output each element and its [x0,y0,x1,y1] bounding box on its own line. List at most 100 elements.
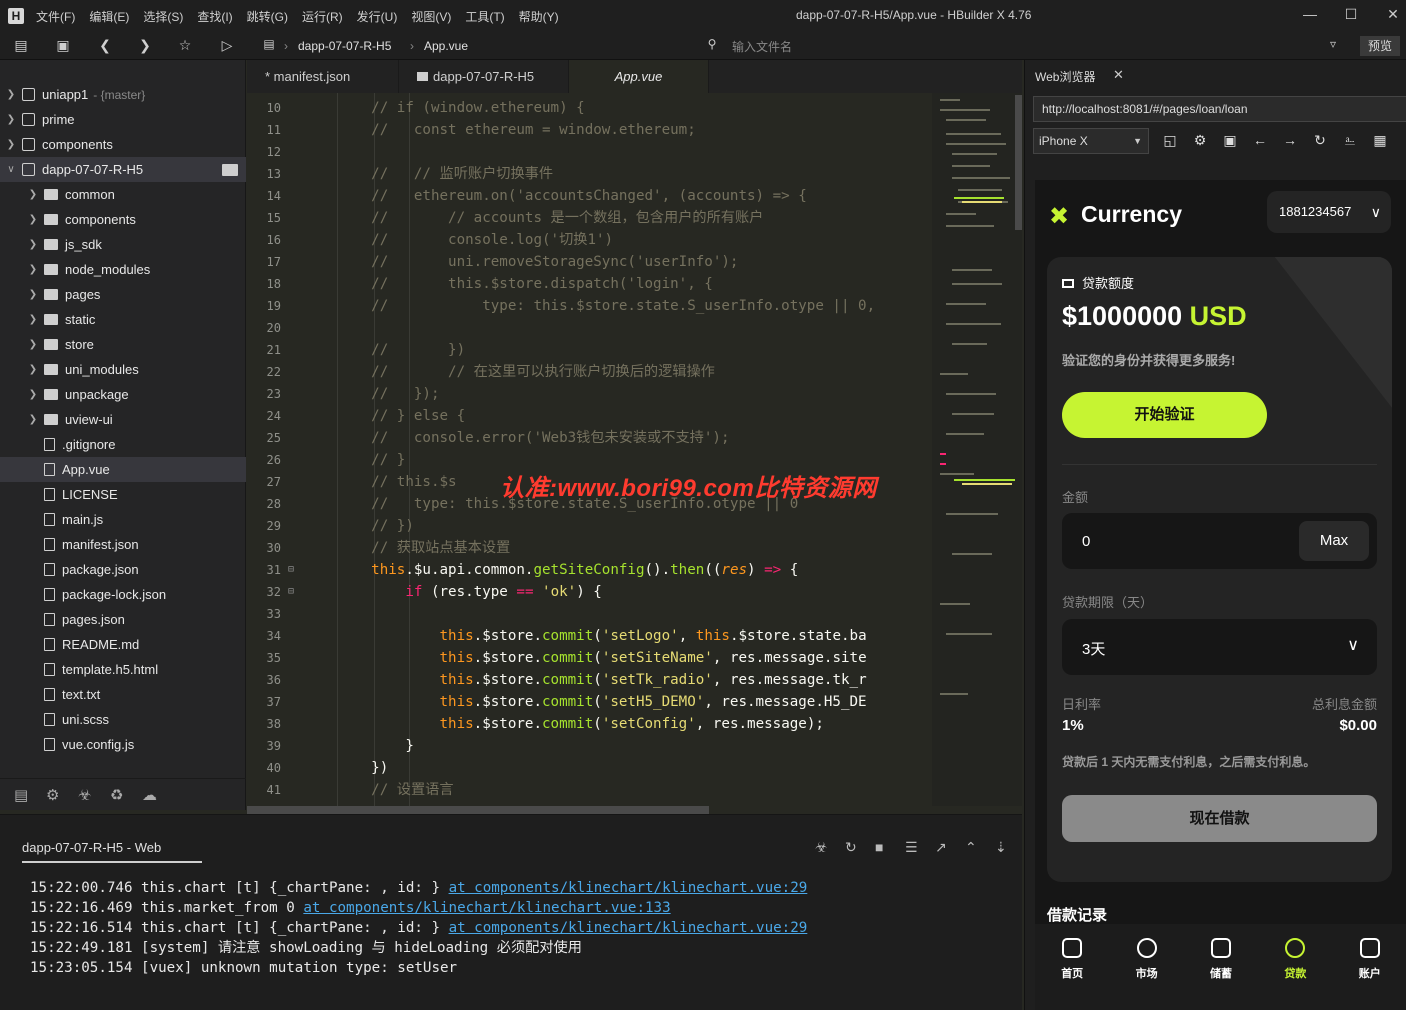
tree-project-uniapp1[interactable]: ❯ uniapp1 - {master} [0,82,246,107]
log-source-link[interactable]: at components/klinechart/klinechart.vue:… [449,920,808,936]
code-line[interactable]: 39 } [247,735,932,757]
menu-file[interactable]: 文件(F) [36,8,75,25]
star-icon[interactable]: ☆ [176,37,194,54]
console-icon[interactable]: ▣ [1221,132,1239,149]
tree-file--gitignore[interactable]: .gitignore [0,432,246,457]
filter-log-icon[interactable]: ☰ [905,839,918,856]
tree-folder-unpackage[interactable]: ❯ unpackage [0,382,246,407]
file-search-input[interactable]: 输入文件名 [732,38,792,55]
forward-icon[interactable]: ❯ [136,37,154,54]
tree-folder-uni-modules[interactable]: ❯ uni_modules [0,357,246,382]
nav-account[interactable]: 账户 [1333,924,1406,1010]
nav-savings[interactable]: 储蓄 [1184,924,1258,1010]
tree-folder-js-sdk[interactable]: ❯ js_sdk [0,232,246,257]
tab-app-vue[interactable]: App.vue [569,60,709,93]
tree-folder-pages[interactable]: ❯ pages [0,282,246,307]
log-source-link[interactable]: at components/klinechart/klinechart.vue:… [449,880,808,896]
grid-icon[interactable]: ▦ [1371,132,1389,149]
tree-file-package-json[interactable]: package.json [0,557,246,582]
tree-file-package-lock-json[interactable]: package-lock.json [0,582,246,607]
max-button[interactable]: Max [1299,521,1369,561]
tree-folder-store[interactable]: ❯ store [0,332,246,357]
tree-file-vue-config-js[interactable]: vue.config.js [0,732,246,757]
code-line[interactable]: 35 this.$store.commit('setSiteName', res… [247,647,932,669]
menu-run[interactable]: 运行(R) [302,8,343,25]
browser-tab[interactable]: Web浏览器 [1035,68,1095,85]
tree-project-components[interactable]: ❯ components [0,132,246,157]
code-line[interactable]: 11 // const ethereum = window.ethereum; [247,119,932,141]
code-line[interactable]: 14 // ethereum.on('accountsChanged', (ac… [247,185,932,207]
forward-arrow-icon[interactable]: → [1281,132,1299,148]
fold-icon[interactable]: ⊟ [288,581,294,603]
code-line[interactable]: 32 ⊟ if (res.type == 'ok') { [247,581,932,603]
tree-file-text-txt[interactable]: text.txt [0,682,246,707]
screenshot-icon[interactable]: ◱ [1161,132,1179,149]
minimize-icon[interactable]: — [1300,6,1320,22]
refresh-icon[interactable]: ↻ [1311,132,1329,149]
tab-manifest[interactable]: * manifest.json [247,60,399,93]
filter-icon[interactable]: ▿ [1324,37,1342,51]
url-input[interactable]: http://localhost:8081/#/pages/loan/loan [1033,96,1406,122]
fold-icon[interactable]: ⊟ [288,559,294,581]
menu-help[interactable]: 帮助(Y) [519,8,559,25]
close-icon[interactable]: ✕ [1113,67,1124,83]
term-select[interactable]: 3天 ∨ [1062,619,1377,675]
code-line[interactable]: 34 this.$store.commit('setLogo', this.$s… [247,625,932,647]
git-icon[interactable]: ♻ [110,786,128,804]
close-icon[interactable]: ✕ [1383,6,1403,23]
tree-folder-uview-ui[interactable]: ❯ uview-ui [0,407,246,432]
tree-file-pages-json[interactable]: pages.json [0,607,246,632]
code-line[interactable]: 23 // }); [247,383,932,405]
menu-find[interactable]: 查找(I) [197,8,232,25]
code-line[interactable]: 41 // 设置语言 [247,779,932,801]
menu-view[interactable]: 视图(V) [411,8,451,25]
nav-loan[interactable]: 贷款 [1258,924,1332,1010]
cloud-icon[interactable]: ☁ [142,786,160,804]
log-source-link[interactable]: at components/klinechart/klinechart.vue:… [303,900,670,916]
nav-home[interactable]: 首页 [1035,924,1109,1010]
code-line[interactable]: 31 ⊟ this.$u.api.common.getSiteConfig().t… [247,559,932,581]
amount-input[interactable]: 0 Max [1062,513,1377,569]
tree-project-dapp[interactable]: ∨ dapp-07-07-R-H5 [0,157,246,182]
back-arrow-icon[interactable]: ← [1251,132,1269,148]
borrow-now-button[interactable]: 现在借款 [1062,795,1377,842]
minimap[interactable] [932,93,1022,806]
code-line[interactable]: 12 [247,141,932,163]
menu-edit[interactable]: 编辑(E) [89,8,129,25]
restart-icon[interactable]: ↻ [845,839,857,856]
new-file-icon[interactable]: ▤ [12,37,30,54]
code-line[interactable]: 40 }) [247,757,932,779]
tree-file-main-js[interactable]: main.js [0,507,246,532]
code-line[interactable]: 16 // console.log('切换1') [247,229,932,251]
preview-button[interactable]: 预览 [1360,36,1400,56]
console-title[interactable]: dapp-07-07-R-H5 - Web [22,840,202,863]
code-line[interactable]: 30 // 获取站点基本设置 [247,537,932,559]
code-line[interactable]: 13 // // 监听账户切换事件 [247,163,932,185]
tree-file-readme-md[interactable]: README.md [0,632,246,657]
save-icon[interactable]: ▣ [54,37,72,54]
code-line[interactable]: 15 // // accounts 是一个数组，包含用户的所有账户 [247,207,932,229]
code-line[interactable]: 21 // }) [247,339,932,361]
tree-file-app-vue[interactable]: App.vue [0,457,246,482]
code-line[interactable]: 37 this.$store.commit('setH5_DEMO', res.… [247,691,932,713]
chevron-up-icon[interactable]: ⌃ [965,839,977,856]
code-line[interactable]: 36 this.$store.commit('setTk_radio', res… [247,669,932,691]
debug-icon[interactable]: ☣ [78,786,96,804]
explorer-icon[interactable]: ▤ [14,786,32,804]
menu-publish[interactable]: 发行(U) [357,8,398,25]
settings-icon[interactable]: ⚙ [1191,132,1209,149]
code-line[interactable]: 19 // type: this.$store.state.S_userInfo… [247,295,932,317]
code-line[interactable]: 10 // if (window.ethereum) { [247,97,932,119]
code-line[interactable]: 25 // console.error('Web3钱包未安装或不支持'); [247,427,932,449]
code-line[interactable]: 17 // uni.removeStorageSync('userInfo'); [247,251,932,273]
tree-folder-common[interactable]: ❯ common [0,182,246,207]
breadcrumb-project[interactable]: dapp-07-07-R-H5 [298,39,391,53]
menu-goto[interactable]: 跳转(G) [247,8,288,25]
menu-select[interactable]: 选择(S) [143,8,183,25]
tree-file-template-h5-html[interactable]: template.h5.html [0,657,246,682]
start-verify-button[interactable]: 开始验证 [1062,392,1267,438]
code-line[interactable]: 38 this.$store.commit('setConfig', res.m… [247,713,932,735]
stop-icon[interactable]: ■ [875,839,883,855]
open-external-icon[interactable]: ↗ [935,839,947,856]
tree-file-manifest-json[interactable]: manifest.json [0,532,246,557]
